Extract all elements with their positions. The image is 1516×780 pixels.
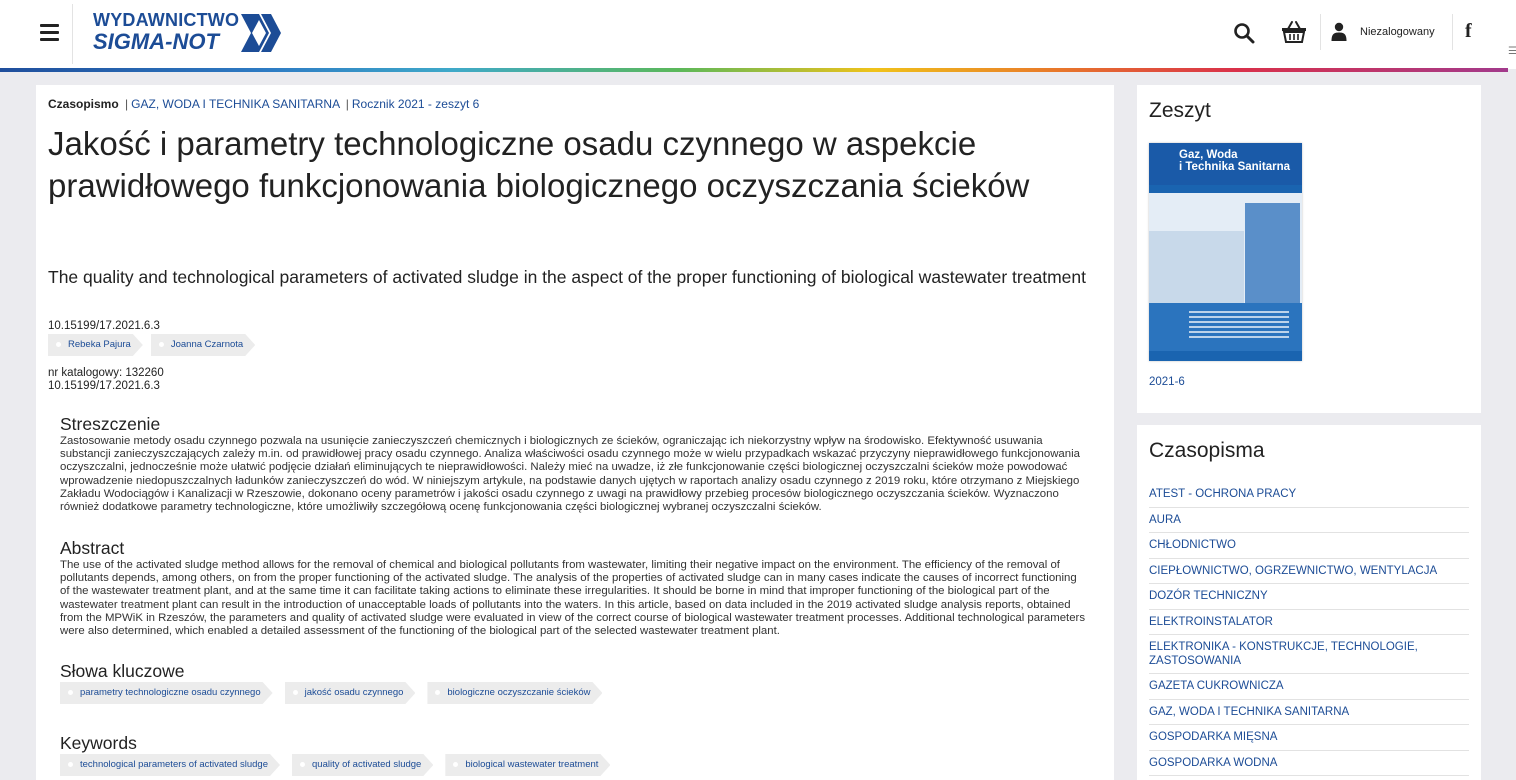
breadcrumb-separator: | [345,97,349,111]
article-doi-repeat: 10.15199/17.2021.6.3 [48,380,160,392]
article-title: Jakość i parametry technologiczne osadu … [48,125,1030,204]
abstract-en-text: The use of the activated sludge method a… [60,559,1086,638]
journal-link[interactable]: AURA [1149,508,1469,533]
cart-icon[interactable] [1281,20,1307,44]
keyword-tag[interactable]: biological wastewater treatment [445,754,610,776]
facebook-icon[interactable]: f [1465,20,1472,43]
article-card: Czasopismo | GAZ, WODA I TECHNIKA SANITAR… [36,85,1114,780]
breadcrumb-issue-link[interactable]: Rocznik 2021 - zeszyt 6 [352,97,479,111]
article-doi: 10.15199/17.2021.6.3 [48,320,160,332]
issue-heading: Zeszyt [1149,99,1211,122]
keyword-tag[interactable]: technological parameters of activated sl… [60,754,280,776]
keywords-pl-heading: Słowa kluczowe [60,661,185,681]
journal-link[interactable]: GAZ, WODA I TECHNIKA SANITARNA [1149,700,1469,725]
keyword-tag[interactable]: quality of activated sludge [292,754,433,776]
journals-heading: Czasopisma [1149,439,1265,462]
cover-title: Gaz, Woda i Technika Sanitarna [1179,149,1290,173]
journal-link[interactable]: GOSPODARKA WODNA [1149,751,1469,776]
abstract-pl-text: Zastosowanie metody osadu czynnego pozwa… [60,435,1080,514]
site-logo[interactable]: WYDAWNICTWO SIGMA-NOT [93,10,293,56]
search-icon[interactable] [1233,22,1255,44]
cover-title-line-1: Gaz, Woda [1179,149,1238,161]
breadcrumb: Czasopismo | GAZ, WODA I TECHNIKA SANITAR… [48,97,479,111]
login-status-label[interactable]: Niezalogowany [1360,26,1435,38]
user-icon[interactable] [1331,22,1347,42]
issue-card: Zeszyt Gaz, Woda i Technika Sanitarna 20… [1137,85,1481,413]
issue-link[interactable]: 2021-6 [1149,376,1185,388]
catalog-number: nr katalogowy: 132260 [48,367,164,379]
author-list: Rebeka Pajura Joanna Czarnota [48,334,255,356]
cover-photo-products [1245,203,1300,303]
journal-link[interactable]: GOSPODARKA MIĘSNA [1149,725,1469,751]
site-header: WYDAWNICTWO SIGMA-NOT Niezalogowany f ☰ [0,0,1516,69]
author-tag[interactable]: Joanna Czarnota [151,334,255,356]
journals-list: ATEST - OCHRONA PRACY AURA CHŁODNICTWO C… [1149,482,1469,776]
journals-card: Czasopisma ATEST - OCHRONA PRACY AURA CH… [1137,425,1481,780]
cover-photo-exhibit [1149,231,1244,303]
catalog-info: nr katalogowy: 132260 10.15199/17.2021.6… [48,367,164,393]
breadcrumb-journal-link[interactable]: GAZ, WODA I TECHNIKA SANITARNA [131,97,339,111]
journal-link[interactable]: GAZETA CUKROWNICZA [1149,674,1469,700]
keyword-tag[interactable]: jakość osadu czynnego [285,682,416,704]
cover-title-line-2: i Technika Sanitarna [1179,161,1290,173]
journal-link[interactable]: DOZÓR TECHNICZNY [1149,584,1469,610]
journal-link[interactable]: ELEKTROINSTALATOR [1149,610,1469,635]
issue-cover-image[interactable]: Gaz, Woda i Technika Sanitarna [1149,143,1302,361]
journal-link[interactable]: ELEKTRONIKA - KONSTRUKCJE, TECHNOLOGIE, … [1149,635,1469,674]
breadcrumb-separator: | [125,97,129,111]
keywords-en-list: technological parameters of activated sl… [60,754,610,776]
journal-link[interactable]: CIEPŁOWNICTWO, OGRZEWNICTWO, WENTYLACJA [1149,559,1469,584]
header-divider-user [1452,14,1453,50]
abstract-en-heading: Abstract [60,538,125,558]
article-subtitle: The quality and technological parameters… [48,267,1086,287]
header-divider-cart [1320,14,1321,50]
header-divider [72,4,73,64]
menu-icon[interactable] [40,24,59,41]
keywords-pl-list: parametry technologiczne osadu czynnego … [60,682,602,704]
author-tag[interactable]: Rebeka Pajura [48,334,143,356]
keywords-en-heading: Keywords [60,733,137,753]
cover-fine-print [1189,311,1289,339]
logo-mark-icon [241,14,281,52]
header-color-bar [0,68,1508,72]
keyword-tag[interactable]: parametry technologiczne osadu czynnego [60,682,273,704]
journal-link[interactable]: ATEST - OCHRONA PRACY [1149,482,1469,508]
page-edge-icon: ☰ [1508,46,1516,57]
journal-link[interactable]: CHŁODNICTWO [1149,533,1469,559]
abstract-pl-heading: Streszczenie [60,414,161,434]
breadcrumb-section: Czasopismo [48,97,119,111]
keyword-tag[interactable]: biologiczne oczyszczanie ścieków [427,682,602,704]
